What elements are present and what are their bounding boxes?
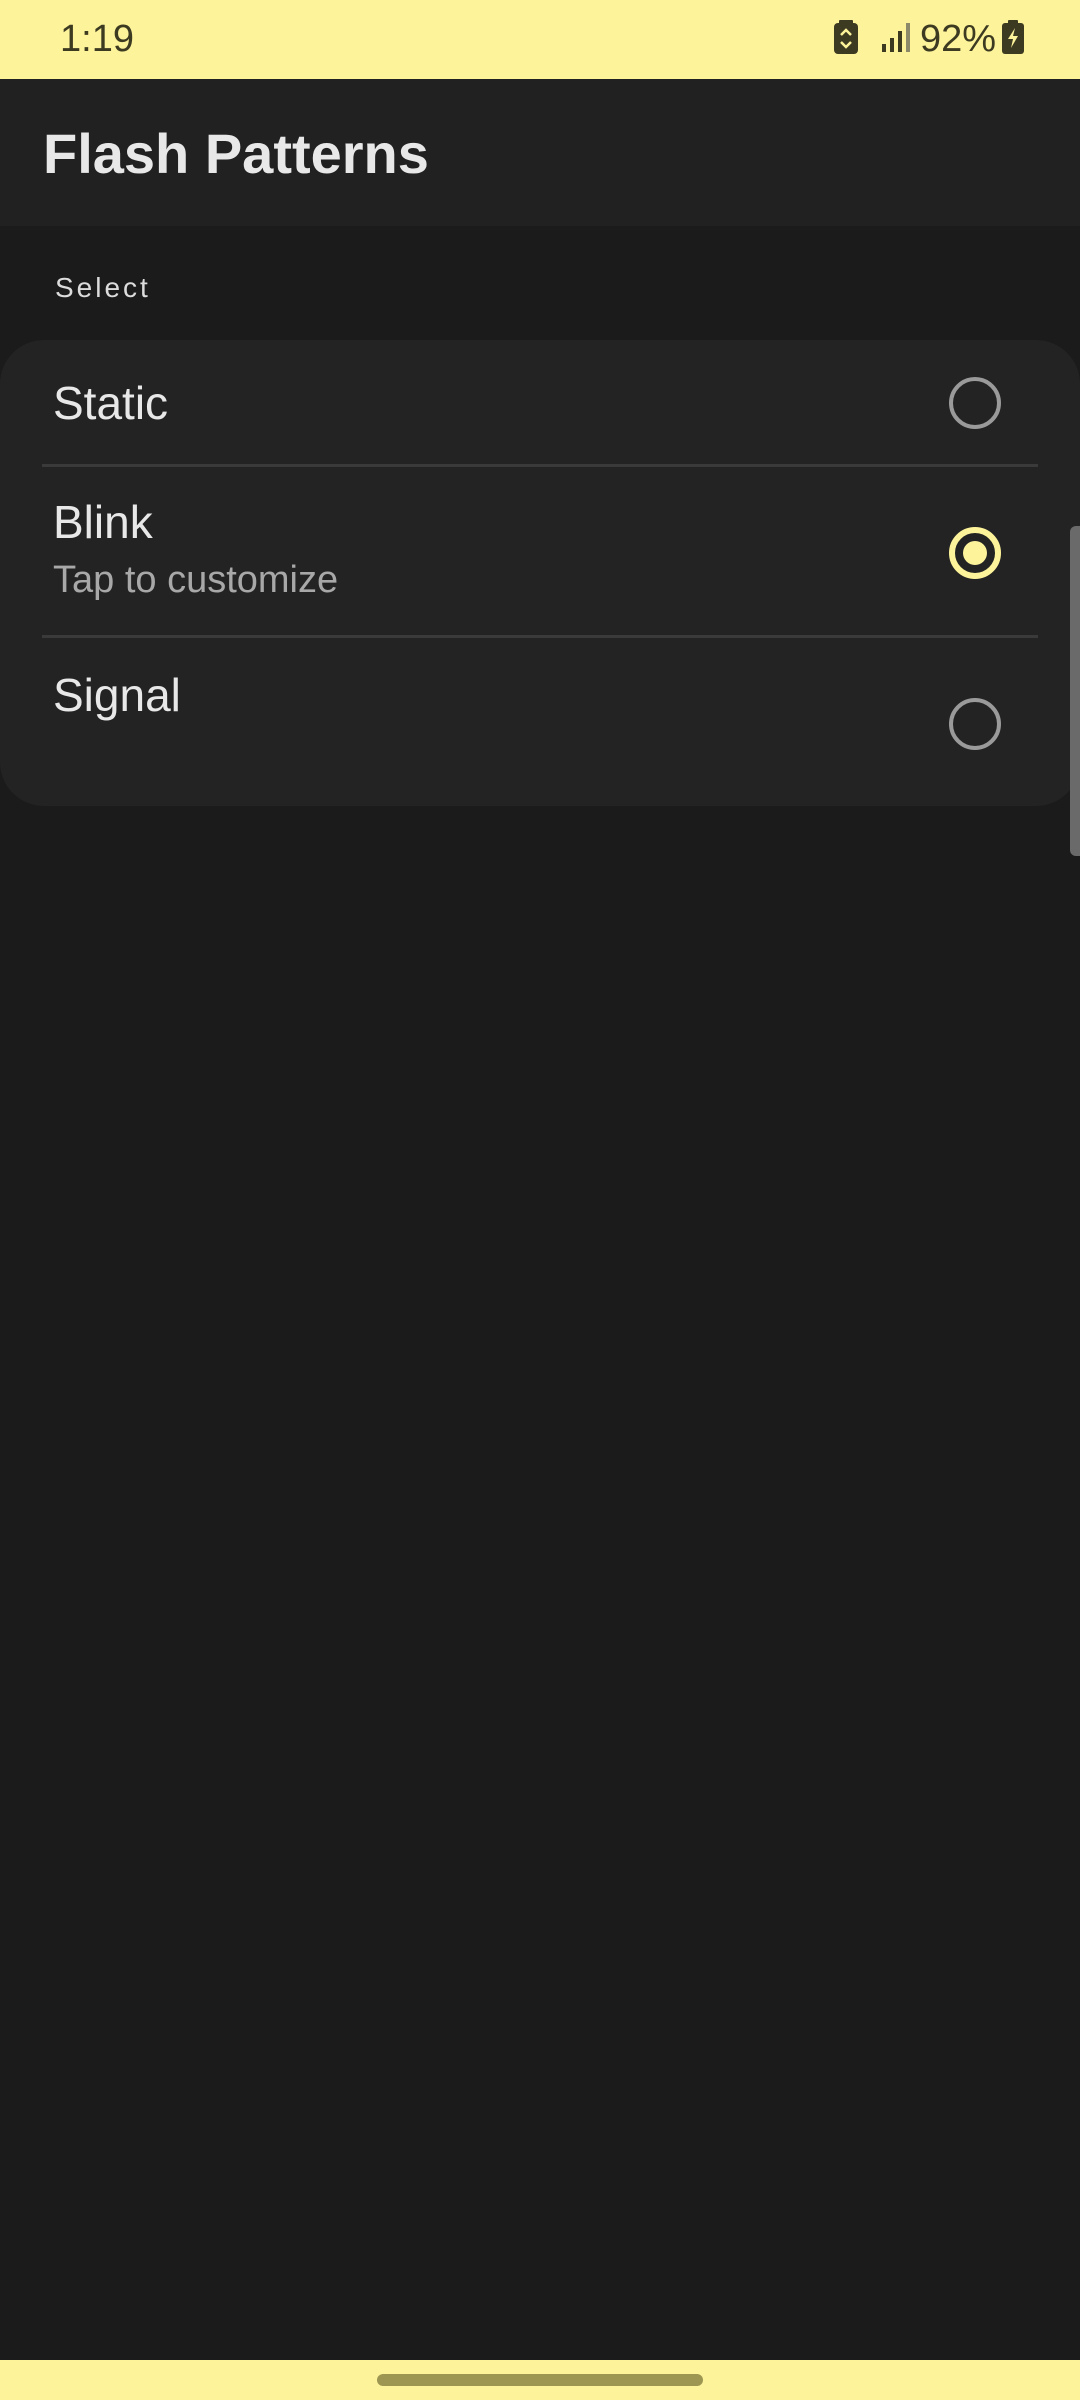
radio-static[interactable]: [949, 377, 1001, 429]
option-title: Blink: [53, 496, 153, 548]
option-title: Static: [53, 377, 169, 429]
navigation-bar: [0, 2360, 1080, 2400]
status-icons: 92%: [833, 16, 1024, 62]
option-title: Signal: [53, 669, 181, 721]
options-card: Static Blink Tap to customize Signal: [0, 340, 1080, 806]
radio-selected-dot: [963, 541, 987, 565]
radio-signal[interactable]: [949, 698, 1001, 750]
battery-saver-icon: [833, 19, 858, 59]
page-title: Flash Patterns: [43, 122, 429, 185]
option-blink[interactable]: Blink Tap to customize: [0, 467, 1080, 635]
battery-percent: 92%: [919, 17, 996, 60]
battery-charging-icon: [1002, 19, 1024, 59]
option-static[interactable]: Static: [0, 340, 1080, 466]
app-bar: Flash Patterns: [0, 79, 1080, 226]
option-signal[interactable]: Signal: [0, 638, 1080, 806]
scrollbar[interactable]: [1070, 526, 1080, 856]
section-header: Select: [55, 272, 151, 303]
radio-blink[interactable]: [949, 527, 1001, 579]
status-bar: 1:19 92%: [0, 0, 1080, 79]
status-time: 1:19: [60, 18, 134, 60]
option-subtitle: Tap to customize: [53, 559, 339, 601]
cell-signal-icon: [881, 22, 912, 57]
home-gesture-handle[interactable]: [377, 2374, 703, 2386]
